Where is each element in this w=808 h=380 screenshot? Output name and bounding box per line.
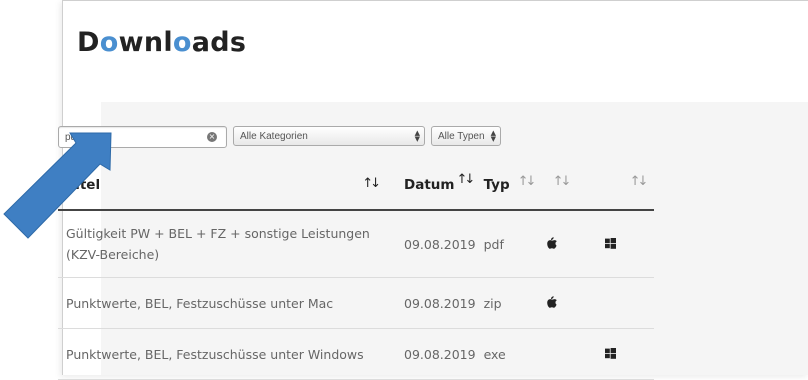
pointer-arrow: [3, 132, 112, 239]
